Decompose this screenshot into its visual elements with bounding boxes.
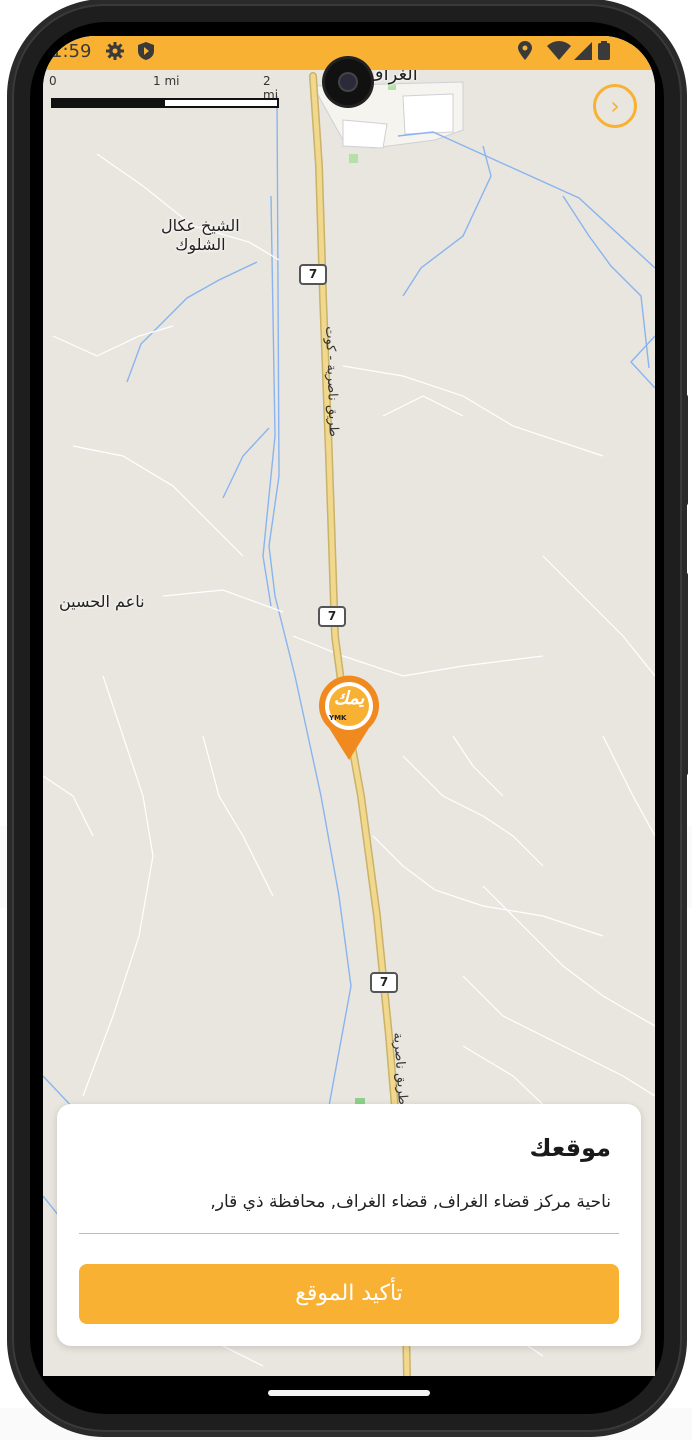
phone-screen: 0 1 mi 2 mi › الغراف الشيخ عكال الشلوك ن… (43, 36, 655, 1376)
battery-icon (597, 41, 611, 65)
confirm-location-button[interactable]: تأكيد الموقع (79, 1264, 619, 1324)
place-label-naem: ناعم الحسين (59, 592, 145, 611)
power-button (682, 572, 688, 776)
divider (79, 1233, 619, 1234)
scale-mid-label: 1 mi (153, 74, 180, 88)
brand-logo-text: يمك (333, 688, 365, 709)
location-pin-icon (517, 41, 533, 65)
park-area (349, 154, 358, 163)
place-label-sheikh: الشيخ عكال الشلوك (161, 216, 240, 254)
shield-icon (137, 41, 155, 65)
chevron-right-icon[interactable]: › (593, 84, 637, 128)
wifi-icon (547, 41, 571, 65)
scale-bar (51, 98, 279, 108)
road-shield-7: 7 (370, 972, 398, 993)
road-shield-7: 7 (299, 264, 327, 285)
scale-zero-label: 0 (49, 74, 57, 88)
card-title: موقعك (529, 1134, 611, 1162)
location-pin-marker[interactable]: يمك YMK (315, 672, 383, 762)
map-scale: 0 1 mi 2 mi (49, 74, 289, 108)
signal-icon (573, 41, 593, 65)
home-indicator[interactable] (268, 1390, 430, 1396)
settings-gear-icon (105, 41, 125, 65)
road-shield-7: 7 (318, 606, 346, 627)
volume-button (682, 394, 688, 506)
status-time: 1:59 (51, 41, 92, 62)
location-card: موقعك ناحية مركز قضاء الغراف, قضاء الغرا… (57, 1104, 641, 1346)
brand-logo-subtext: YMK (329, 714, 347, 722)
front-camera (325, 59, 371, 105)
address-text: ناحية مركز قضاء الغراف, قضاء الغراف, محا… (210, 1192, 611, 1212)
